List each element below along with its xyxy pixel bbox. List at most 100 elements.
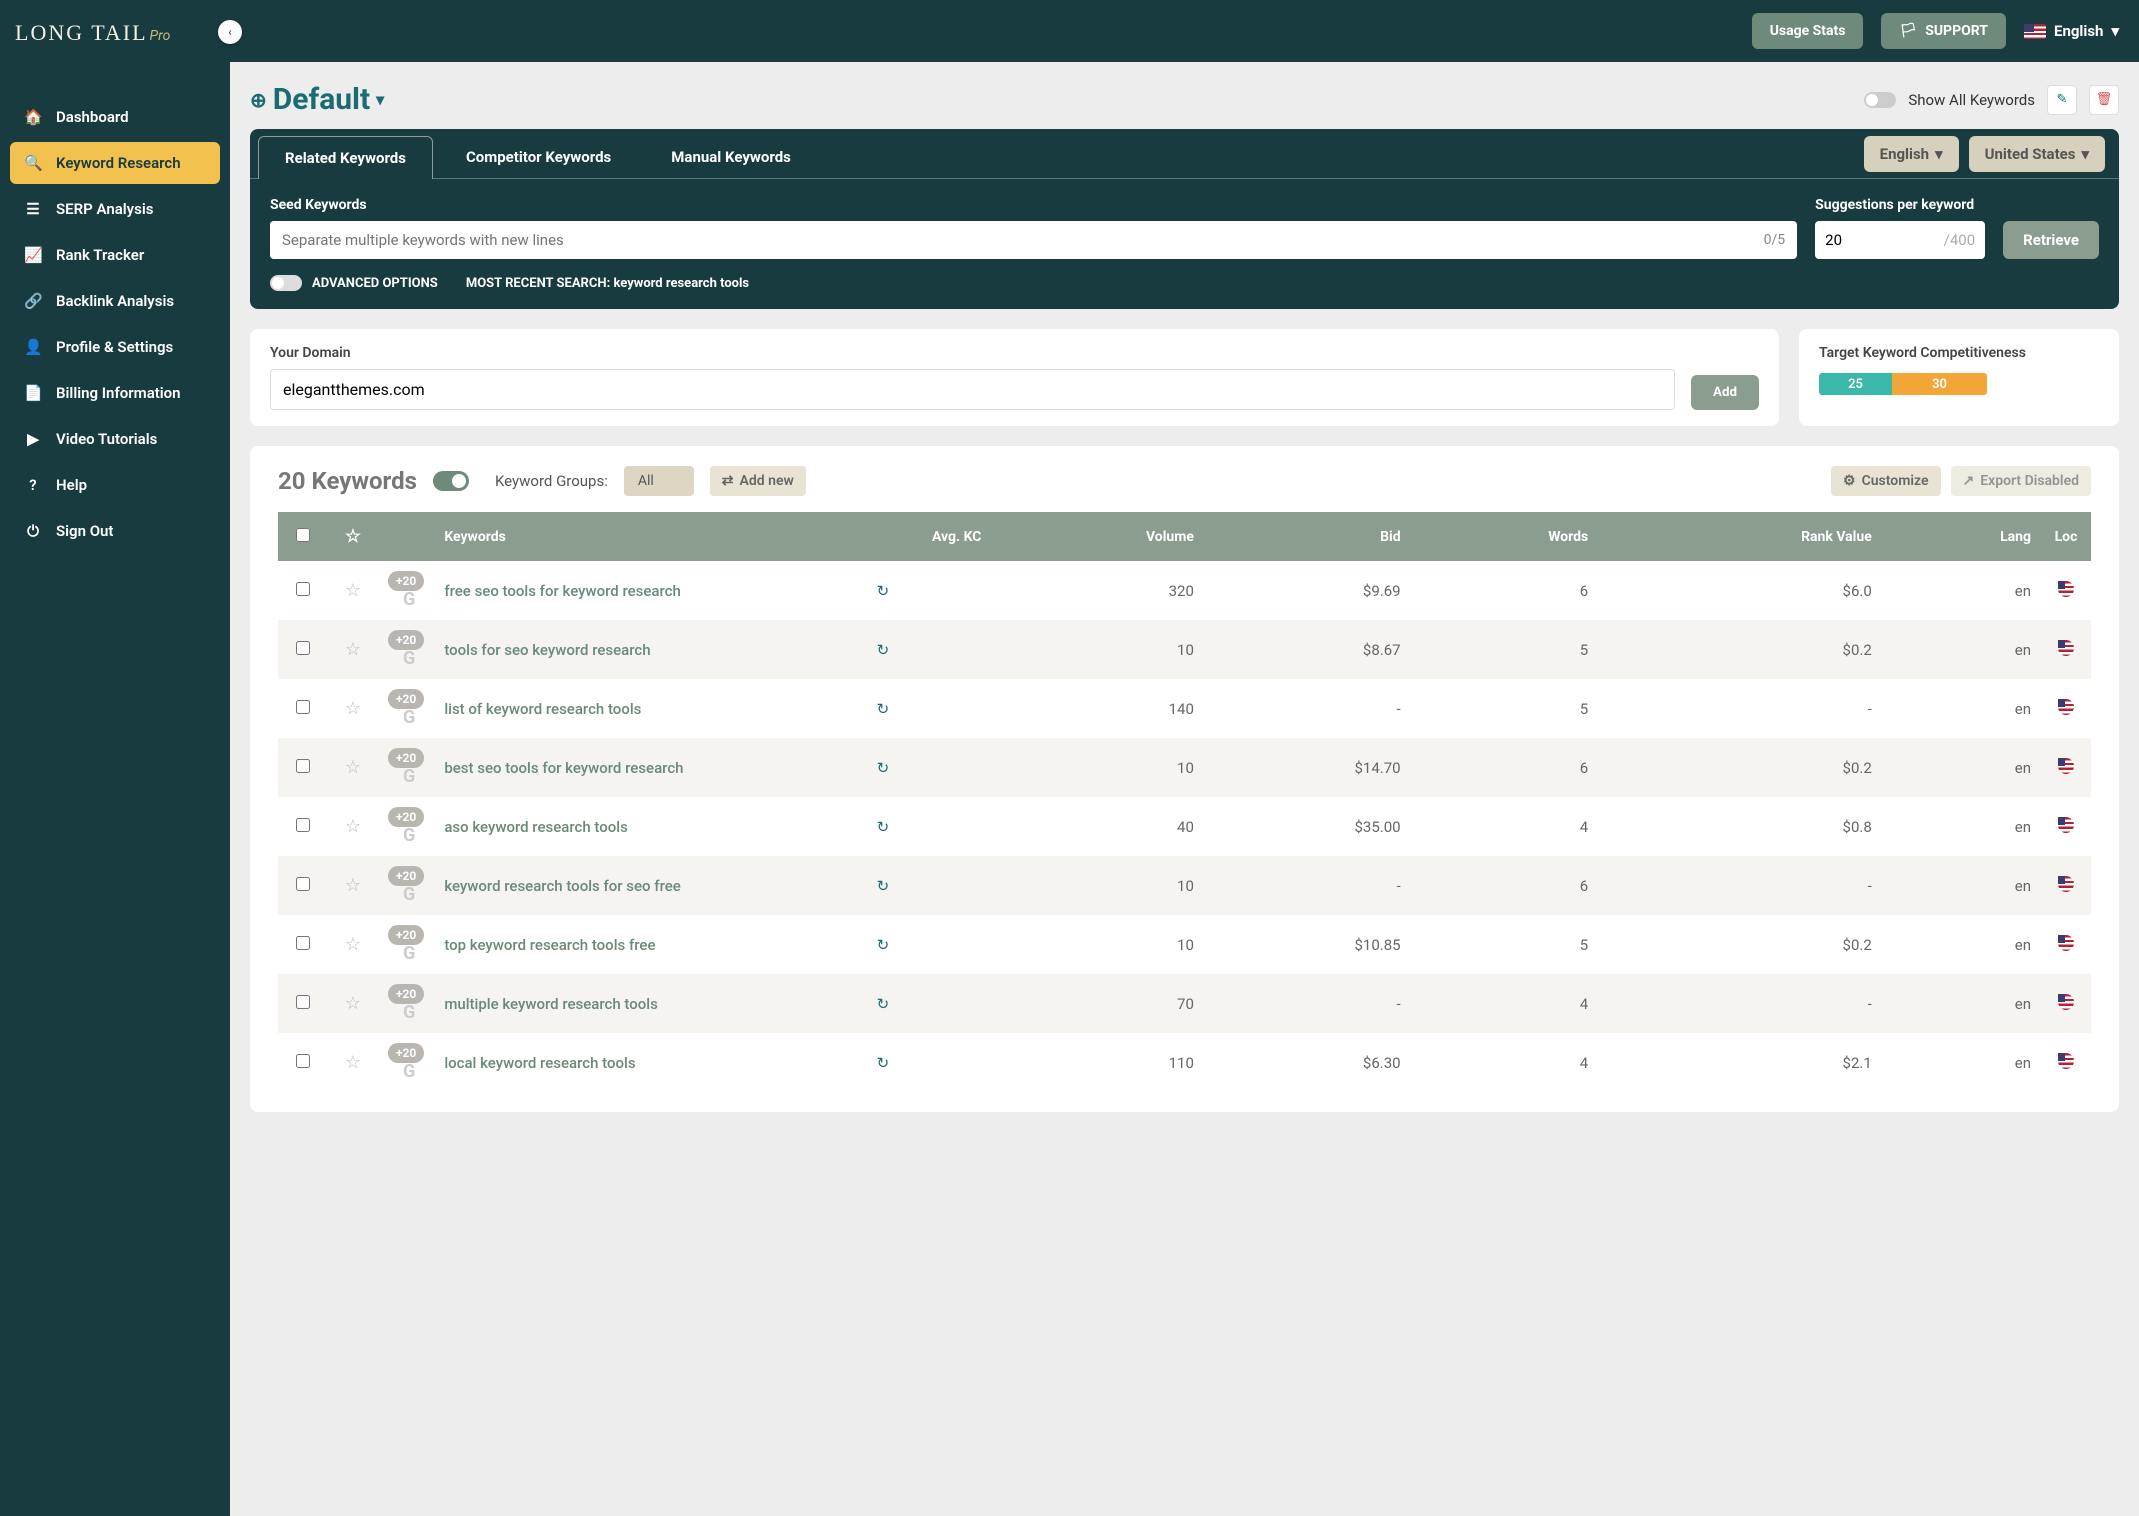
th-rankvalue[interactable]: Rank Value [1598, 512, 1882, 561]
row-star[interactable]: ☆ [328, 620, 378, 679]
row-checkbox[interactable] [296, 995, 310, 1009]
row-keyword[interactable]: multiple keyword research tools [434, 974, 774, 1033]
row-checkbox-cell [278, 797, 328, 856]
caret-down-icon: ▾ [2111, 22, 2119, 40]
row-keyword[interactable]: best seo tools for keyword research [434, 738, 774, 797]
row-tag[interactable]: +20 [388, 866, 424, 886]
sidebar-item-backlink-analysis[interactable]: 🔗Backlink Analysis [10, 280, 220, 322]
row-checkbox[interactable] [296, 700, 310, 714]
th-words[interactable]: Words [1411, 512, 1599, 561]
retrieve-button[interactable]: Retrieve [2003, 221, 2099, 259]
row-lang: en [1882, 738, 2041, 797]
row-checkbox[interactable] [296, 582, 310, 596]
domain-input[interactable] [270, 369, 1675, 410]
keyword-groups-select[interactable]: All [624, 466, 694, 496]
row-star[interactable]: ☆ [328, 856, 378, 915]
sidebar-item-video-tutorials[interactable]: ▶Video Tutorials [10, 418, 220, 460]
row-avgkc[interactable]: ↻ [774, 620, 991, 679]
show-all-toggle[interactable] [1864, 92, 1896, 108]
export-button[interactable]: ↗Export Disabled [1951, 466, 2091, 496]
row-checkbox[interactable] [296, 818, 310, 832]
row-avgkc[interactable]: ↻ [774, 856, 991, 915]
keywords-toggle[interactable] [433, 471, 469, 491]
sidebar-item-profile-settings[interactable]: 👤Profile & Settings [10, 326, 220, 368]
add-domain-button[interactable]: Add [1691, 375, 1759, 410]
language-selector[interactable]: English ▾ [2024, 22, 2119, 40]
row-checkbox[interactable] [296, 1054, 310, 1068]
row-keyword[interactable]: aso keyword research tools [434, 797, 774, 856]
sidebar-label: Sign Out [56, 522, 113, 540]
add-new-group-button[interactable]: ⇄Add new [710, 466, 806, 496]
row-tag[interactable]: +20 [388, 689, 424, 709]
row-checkbox[interactable] [296, 877, 310, 891]
delete-project-button[interactable]: 🗑 [2089, 85, 2119, 115]
th-bid[interactable]: Bid [1204, 512, 1411, 561]
tab-manual-keywords[interactable]: Manual Keywords [644, 135, 818, 178]
row-avgkc[interactable]: ↻ [774, 974, 991, 1033]
row-tag[interactable]: +20 [388, 571, 424, 591]
sidebar-item-serp-analysis[interactable]: ☰SERP Analysis [10, 188, 220, 230]
row-avgkc[interactable]: ↻ [774, 797, 991, 856]
project-selector[interactable]: ⊕ Default ▾ [250, 82, 384, 117]
filter-country-select[interactable]: United States▾ [1969, 136, 2105, 172]
row-star[interactable]: ☆ [328, 797, 378, 856]
seed-input[interactable] [270, 221, 1764, 259]
tab-related-keywords[interactable]: Related Keywords [258, 136, 433, 179]
tab-competitor-keywords[interactable]: Competitor Keywords [439, 135, 638, 178]
sidebar-item-signout[interactable]: ⏻Sign Out [10, 510, 220, 552]
row-keyword[interactable]: list of keyword research tools [434, 679, 774, 738]
usage-stats-button[interactable]: Usage Stats [1752, 13, 1864, 49]
refresh-icon: ↻ [877, 641, 890, 659]
row-keyword[interactable]: top keyword research tools free [434, 915, 774, 974]
edit-project-button[interactable]: ✎ [2047, 85, 2077, 115]
th-volume[interactable]: Volume [991, 512, 1203, 561]
row-tag[interactable]: +20 [388, 630, 424, 650]
row-words: 5 [1411, 620, 1599, 679]
document-icon: 📄 [24, 384, 42, 402]
row-avgkc[interactable]: ↻ [774, 561, 991, 620]
row-keyword[interactable]: tools for seo keyword research [434, 620, 774, 679]
sidebar-item-billing[interactable]: 📄Billing Information [10, 372, 220, 414]
row-checkbox[interactable] [296, 936, 310, 950]
row-tag[interactable]: +20 [388, 984, 424, 1004]
row-star[interactable]: ☆ [328, 679, 378, 738]
th-star: ☆ [328, 512, 378, 561]
row-tag[interactable]: +20 [388, 1043, 424, 1063]
row-avgkc[interactable]: ↻ [774, 1033, 991, 1092]
select-all-checkbox[interactable] [296, 528, 310, 542]
row-keyword[interactable]: local keyword research tools [434, 1033, 774, 1092]
row-bid: - [1204, 974, 1411, 1033]
refresh-icon: ↻ [877, 995, 890, 1013]
suggestions-input[interactable] [1825, 231, 1875, 249]
row-checkbox[interactable] [296, 759, 310, 773]
th-keywords[interactable]: Keywords [434, 512, 774, 561]
filter-language-select[interactable]: English▾ [1864, 136, 1959, 172]
row-avgkc[interactable]: ↻ [774, 915, 991, 974]
sidebar-item-dashboard[interactable]: 🏠Dashboard [10, 96, 220, 138]
support-button[interactable]: 🏳SUPPORT [1881, 13, 2006, 49]
row-star[interactable]: ☆ [328, 1033, 378, 1092]
customize-button[interactable]: ⚙Customize [1831, 466, 1941, 496]
row-keyword[interactable]: keyword research tools for seo free [434, 856, 774, 915]
sidebar-label: Profile & Settings [56, 338, 173, 356]
advanced-toggle[interactable] [270, 275, 302, 291]
sidebar-item-rank-tracker[interactable]: 📈Rank Tracker [10, 234, 220, 276]
sidebar-label: Video Tutorials [56, 430, 157, 448]
th-avgkc[interactable]: Avg. KC [774, 512, 991, 561]
row-star[interactable]: ☆ [328, 738, 378, 797]
row-tag[interactable]: +20 [388, 925, 424, 945]
sidebar-collapse-button[interactable]: ‹ [218, 20, 242, 44]
row-checkbox[interactable] [296, 641, 310, 655]
row-tag[interactable]: +20 [388, 807, 424, 827]
row-keyword[interactable]: free seo tools for keyword research [434, 561, 774, 620]
row-star[interactable]: ☆ [328, 915, 378, 974]
th-loc[interactable]: Loc [2041, 512, 2091, 561]
row-tag[interactable]: +20 [388, 748, 424, 768]
th-lang[interactable]: Lang [1882, 512, 2041, 561]
row-avgkc[interactable]: ↻ [774, 679, 991, 738]
row-star[interactable]: ☆ [328, 974, 378, 1033]
sidebar-item-keyword-research[interactable]: 🔍Keyword Research [10, 142, 220, 184]
row-star[interactable]: ☆ [328, 561, 378, 620]
sidebar-item-help[interactable]: ?Help [10, 464, 220, 506]
row-avgkc[interactable]: ↻ [774, 738, 991, 797]
